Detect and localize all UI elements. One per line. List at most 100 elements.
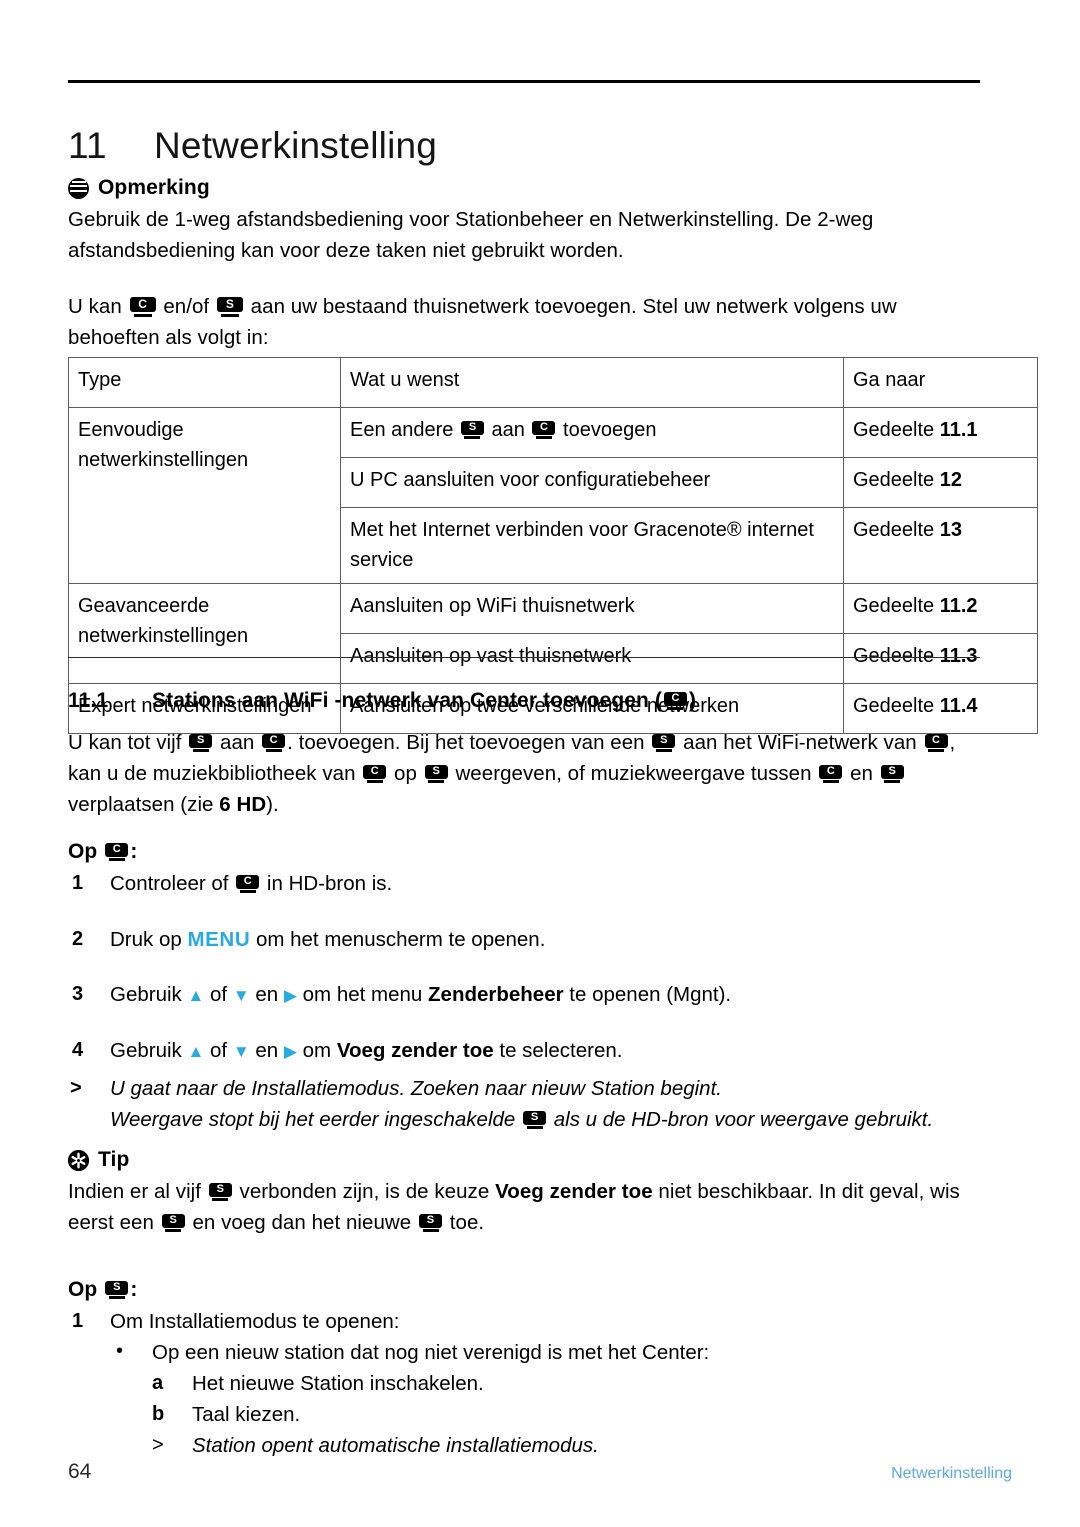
want-post: toevoegen: [563, 419, 657, 441]
center-device-icon: C: [663, 692, 687, 710]
note-heading: Opmerking: [68, 176, 980, 200]
step-4: 4 Gebruik ▲ of ▼ en ▶ om Voeg zender toe…: [68, 1035, 980, 1067]
arrow-up-icon: ▲: [187, 986, 205, 1005]
row-goto: Gedeelte 11.1: [843, 407, 1038, 458]
op-station-heading: Op S:: [68, 1278, 980, 1302]
step-of: of: [210, 1039, 228, 1062]
arrow-right-icon: ▶: [283, 1042, 297, 1061]
arrow-down-icon: ▼: [232, 1042, 250, 1061]
step-text-pre: Gebruik: [110, 1039, 182, 1062]
section-title-pre: Stations aan WiFi -netwerk van Center to…: [152, 689, 662, 713]
op-center-label: Op C:: [68, 840, 980, 864]
step-number: 4: [72, 1039, 84, 1061]
result-marker: >: [152, 1434, 164, 1456]
section-body-text: U kan tot vijf S aan C. toevoegen. Bij h…: [68, 727, 980, 820]
intro-part-2: en/of: [163, 295, 210, 318]
station-device-icon: S: [105, 1281, 129, 1299]
step-text-pre: Controleer of: [110, 872, 229, 895]
section-heading: 11.1 Stations aan WiFi -netwerk van Cente…: [68, 689, 980, 713]
tip-callout: Tip Indien er al vijf S verbonden zijn, …: [68, 1148, 980, 1238]
step-text-post: in HD-bron is.: [266, 872, 393, 895]
section-rule: [68, 657, 980, 658]
substep-row: a Het nieuwe Station inschakelen.: [152, 1368, 980, 1399]
station-device-icon: S: [208, 1183, 232, 1201]
goto-number: 11.2: [939, 595, 978, 617]
goto-number: 13: [939, 519, 962, 541]
op-pre: Op: [68, 840, 98, 863]
step-en: en: [255, 1039, 279, 1062]
p-ref-hd: 6 HD: [219, 793, 267, 816]
goto-number: 11.1: [939, 419, 978, 441]
network-settings-table: Type Wat u wenst Ga naar Eenvoudige netw…: [68, 357, 1038, 734]
page-title: 11 Netwerkinstelling: [68, 125, 980, 167]
table-header-row: Type Wat u wenst Ga naar: [68, 357, 1038, 408]
step-mid: om: [302, 1039, 332, 1062]
op-pre: Op: [68, 1278, 98, 1301]
p-s10: ).: [266, 793, 279, 816]
substep-marker: b: [152, 1403, 165, 1425]
center-device-icon: C: [129, 297, 156, 317]
tip-mid-3: en voeg dan het nieuwe: [192, 1211, 412, 1234]
substep-row: b Taal kiezen.: [152, 1399, 980, 1430]
tip-pre: Indien er al vijf: [68, 1180, 202, 1203]
station-device-icon: S: [419, 1214, 442, 1232]
station-device-icon: S: [161, 1214, 185, 1232]
goto-label: Gedeelte: [853, 595, 935, 617]
table-header-goto: Ga naar: [843, 357, 1038, 408]
footer-page-number: 64: [68, 1460, 92, 1483]
menu-name-voeg-zender-toe: Voeg zender toe: [495, 1180, 653, 1203]
step-text-pre: Druk op: [110, 928, 182, 951]
goto-label: Gedeelte: [853, 519, 935, 541]
step-row: 3 Gebruik ▲ of ▼ en ▶ om het menu Zender…: [68, 979, 980, 1011]
footer-chapter-label: Netwerkinstelling: [891, 1465, 1012, 1482]
arrow-down-icon: ▼: [232, 986, 250, 1005]
intro-text: U kan C en/of S aan uw bestaand thuisnet…: [68, 291, 980, 353]
step-row: 1 Om Installatiemodus te openen:: [68, 1306, 980, 1337]
note-icon: [68, 177, 89, 199]
step-text-post: om het menuscherm te openen.: [255, 928, 546, 951]
row-want: Aansluiten op WiFi thuisnetwerk: [340, 583, 844, 634]
op-station-steps: 1 Om Installatiemodus te openen: • Op ee…: [68, 1306, 980, 1461]
step-number: 3: [72, 983, 84, 1005]
center-device-icon: C: [105, 843, 129, 861]
row-goto: Gedeelte 11.2: [843, 583, 1038, 634]
goto-label: Gedeelte: [853, 469, 935, 491]
op-post: :: [130, 840, 138, 863]
station-device-icon: S: [523, 1111, 547, 1129]
step-1: 1 Controleer of C in HD-bron is.: [68, 868, 980, 899]
chapter-title-text: Netwerkinstelling: [154, 124, 438, 166]
step-number: 1: [72, 1310, 84, 1332]
result-row: > U gaat naar de Installatiemodus. Zoeke…: [68, 1073, 980, 1104]
row-goto: Gedeelte 12: [843, 457, 1038, 508]
menu-name-zenderbeheer: Zenderbeheer: [428, 983, 564, 1006]
step-mid: om het menu: [302, 983, 423, 1006]
tip-heading-label: Tip: [98, 1148, 130, 1171]
center-device-icon: C: [532, 421, 556, 439]
step-text-pre: Gebruik: [110, 983, 182, 1006]
step-row: 4 Gebruik ▲ of ▼ en ▶ om Voeg zender toe…: [68, 1035, 980, 1067]
step-number: 1: [72, 872, 84, 894]
table-row: Eenvoudige netwerkinstellingen Een ander…: [68, 407, 1038, 584]
arrow-right-icon: ▶: [283, 986, 297, 1005]
bullet-row: • Op een nieuw station dat nog niet vere…: [110, 1337, 980, 1368]
result-text: U gaat naar de Installatiemodus. Zoeken …: [110, 1077, 722, 1100]
step-of: of: [210, 983, 228, 1006]
center-device-icon: C: [363, 765, 387, 783]
row-type-advanced: Geavanceerde netwerkinstellingen: [68, 583, 341, 684]
step-3: 3 Gebruik ▲ of ▼ en ▶ om het menu Zender…: [68, 979, 980, 1011]
intro-paragraph: U kan C en/of S aan uw bestaand thuisnet…: [68, 291, 980, 353]
station-device-icon: S: [424, 765, 448, 783]
station-device-icon: S: [460, 421, 484, 439]
center-device-icon: C: [236, 875, 260, 893]
p-s9: verplaatsen (zie: [68, 793, 214, 816]
tip-heading: Tip: [68, 1148, 980, 1172]
result-text: Station opent automatische installatiemo…: [192, 1434, 599, 1457]
section-number: 11.1: [68, 689, 109, 713]
arrow-up-icon: ▲: [187, 1042, 205, 1061]
substep-marker: a: [152, 1372, 164, 1394]
p-s7: weergeven, of muziekweergave tussen: [455, 762, 812, 785]
section-paragraph: U kan tot vijf S aan C. toevoegen. Bij h…: [68, 727, 980, 820]
p-s4: aan het WiFi-netwerk van: [683, 731, 917, 754]
p-s1: U kan tot vijf: [68, 731, 182, 754]
step-text-post: te openen (Mgnt).: [569, 983, 732, 1006]
